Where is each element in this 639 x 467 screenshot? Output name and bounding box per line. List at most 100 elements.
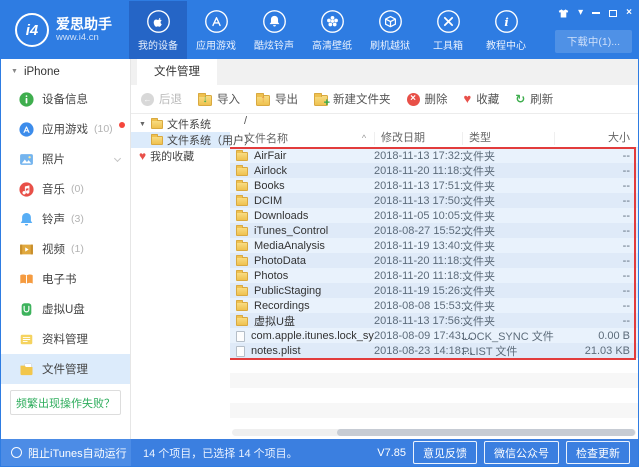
column-header-date[interactable]: 修改日期 [374,132,462,145]
device-selector[interactable]: iPhone [1,59,130,84]
radio-circle-icon [11,447,22,458]
back-icon [141,93,154,106]
table-row[interactable]: MediaAnalysis 2018-11-19 13:40:... 文件夹 -… [230,238,638,253]
sidebar-item[interactable]: 资料管理 [1,324,130,354]
sidebar-item-label: 设备信息 [42,91,88,107]
sidebar-item-label: 应用游戏 [42,121,88,137]
chevron-down-icon [114,155,121,162]
file-rows: AirFair 2018-11-13 17:32:... 文件夹 -- Airl… [230,148,638,358]
folder-icon [236,167,248,176]
nav-item-label: 我的设备 [138,37,178,52]
sidebar-item[interactable]: 铃声 (3) [1,204,130,234]
tab-file-manager[interactable]: 文件管理 [137,59,217,85]
toolbar-button[interactable]: 删除 [407,91,448,107]
table-row[interactable]: Photos 2018-11-20 11:18:... 文件夹 -- [230,268,638,283]
file-icon [236,346,245,357]
file-size: 0.00 B [554,330,638,342]
nav-item-label: 刷机越狱 [370,37,410,52]
nav-item[interactable]: 刷机越狱 [361,1,419,59]
ringtone-icon [19,212,34,227]
status-button[interactable]: 检查更新 [566,441,630,464]
device-info-icon [19,92,34,107]
column-header-size[interactable]: 大小 [554,132,638,145]
folder-tree: 文件系统 文件系统（用户） 我的收藏 [131,114,230,439]
sidebar-item[interactable]: 文件管理 [1,354,130,384]
red-badge-icon [119,122,125,128]
toolbar-button[interactable]: 导出 [256,91,298,107]
toolbar-button[interactable]: 刷新 [515,91,553,107]
menu-icon[interactable]: ▾ [578,6,583,20]
toolbar-button[interactable]: 后退 [141,91,182,107]
folder-icon [236,287,248,296]
file-type: 文件夹 [462,148,554,164]
tree-item[interactable]: 文件系统 [131,116,230,132]
close-icon[interactable]: × [626,6,632,20]
sidebar-item[interactable]: 电子书 [1,264,130,294]
tree-item[interactable]: 我的收藏 [131,148,230,164]
file-date: 2018-11-13 17:32:... [374,150,462,162]
i4-logo-icon: i4 [15,13,49,47]
new-folder-icon [314,95,328,106]
minimize-icon[interactable] [592,12,600,14]
app-window: i4 爱思助手 www.i4.cn 我的设备 应用游戏 酷炫铃声 高清壁纸 [0,0,639,467]
table-row[interactable]: com.apple.itunes.lock_sync 2018-08-09 17… [230,328,638,343]
import-icon [198,95,212,106]
status-button[interactable]: 微信公众号 [484,441,559,464]
folder-icon [236,257,248,266]
sidebar-item[interactable]: 音乐 (0) [1,174,130,204]
column-header-name[interactable]: 文件名称 [230,130,374,146]
block-itunes-toggle[interactable]: 阻止iTunes自动运行 [1,439,131,466]
table-row[interactable]: Airlock 2018-11-20 11:18:... 文件夹 -- [230,163,638,178]
sidebar-item-count: (1) [71,243,84,255]
path-bar[interactable]: / [230,114,638,129]
nav-item[interactable]: 工具箱 [419,1,477,59]
file-size: -- [554,210,638,222]
maximize-icon[interactable] [609,10,617,17]
table-row[interactable]: Recordings 2018-08-08 15:53:... 文件夹 -- [230,298,638,313]
table-row[interactable]: AirFair 2018-11-13 17:32:... 文件夹 -- [230,148,638,163]
nav-item[interactable]: 我的设备 [129,1,187,59]
folder-icon [151,120,163,129]
nav-item[interactable]: 高清壁纸 [303,1,361,59]
column-header-type[interactable]: 类型 [462,132,554,145]
sidebar-item[interactable]: 视频 (1) [1,234,130,264]
folder-icon [236,272,248,281]
table-row[interactable]: notes.plist 2018-08-23 14:18:... PLIST 文… [230,343,638,358]
table-row[interactable]: DCIM 2018-11-13 17:50:... 文件夹 -- [230,193,638,208]
table-row[interactable]: PhotoData 2018-11-20 11:18:... 文件夹 -- [230,253,638,268]
nav-item[interactable]: 酷炫铃声 [245,1,303,59]
sidebar-item[interactable]: 设备信息 [1,84,130,114]
table-row[interactable]: PublicStaging 2018-11-19 15:26:... 文件夹 -… [230,283,638,298]
sidebar-item-count: (10) [94,123,113,135]
nav-item[interactable]: 应用游戏 [187,1,245,59]
file-name: MediaAnalysis [254,240,325,252]
status-button[interactable]: 意见反馈 [413,441,477,464]
sidebar-item[interactable]: 应用游戏 (10) [1,114,130,144]
toolbar-button[interactable]: 导入 [198,91,240,107]
tree-item[interactable]: 文件系统（用户） [131,132,230,148]
download-center-button[interactable]: 下载中(1)... [555,30,632,53]
folder-icon [236,227,248,236]
sidebar-item-label: 文件管理 [42,361,88,377]
toolbar-button[interactable]: 新建文件夹 [314,91,391,107]
skin-icon[interactable] [558,9,569,18]
table-row[interactable]: Downloads 2018-11-05 10:05:... 文件夹 -- [230,208,638,223]
table-row[interactable]: 虚拟U盘 2018-11-13 17:56:... 文件夹 -- [230,313,638,328]
sidebar-item[interactable]: 照片 [1,144,130,174]
file-size: -- [554,300,638,312]
file-size: -- [554,195,638,207]
sidebar-item[interactable]: 虚拟U盘 [1,294,130,324]
file-date: 2018-08-09 17:43:... [374,330,462,342]
table-row[interactable]: iTunes_Control 2018-08-27 15:52:... 文件夹 … [230,223,638,238]
bell-icon [262,9,287,34]
empty-row [230,358,638,373]
table-row[interactable]: Books 2018-11-13 17:51:... 文件夹 -- [230,178,638,193]
folder-icon [236,152,248,161]
help-button[interactable]: 频繁出现操作失败？ [10,390,121,415]
file-date: 2018-11-05 10:05:... [374,210,462,222]
toolbar-button[interactable]: 收藏 [464,91,500,107]
scrollbar-thumb[interactable] [337,429,635,436]
brand: i4 爱思助手 www.i4.cn [1,13,129,47]
file-name: Airlock [254,165,287,177]
nav-item-label: 教程中心 [486,37,526,52]
